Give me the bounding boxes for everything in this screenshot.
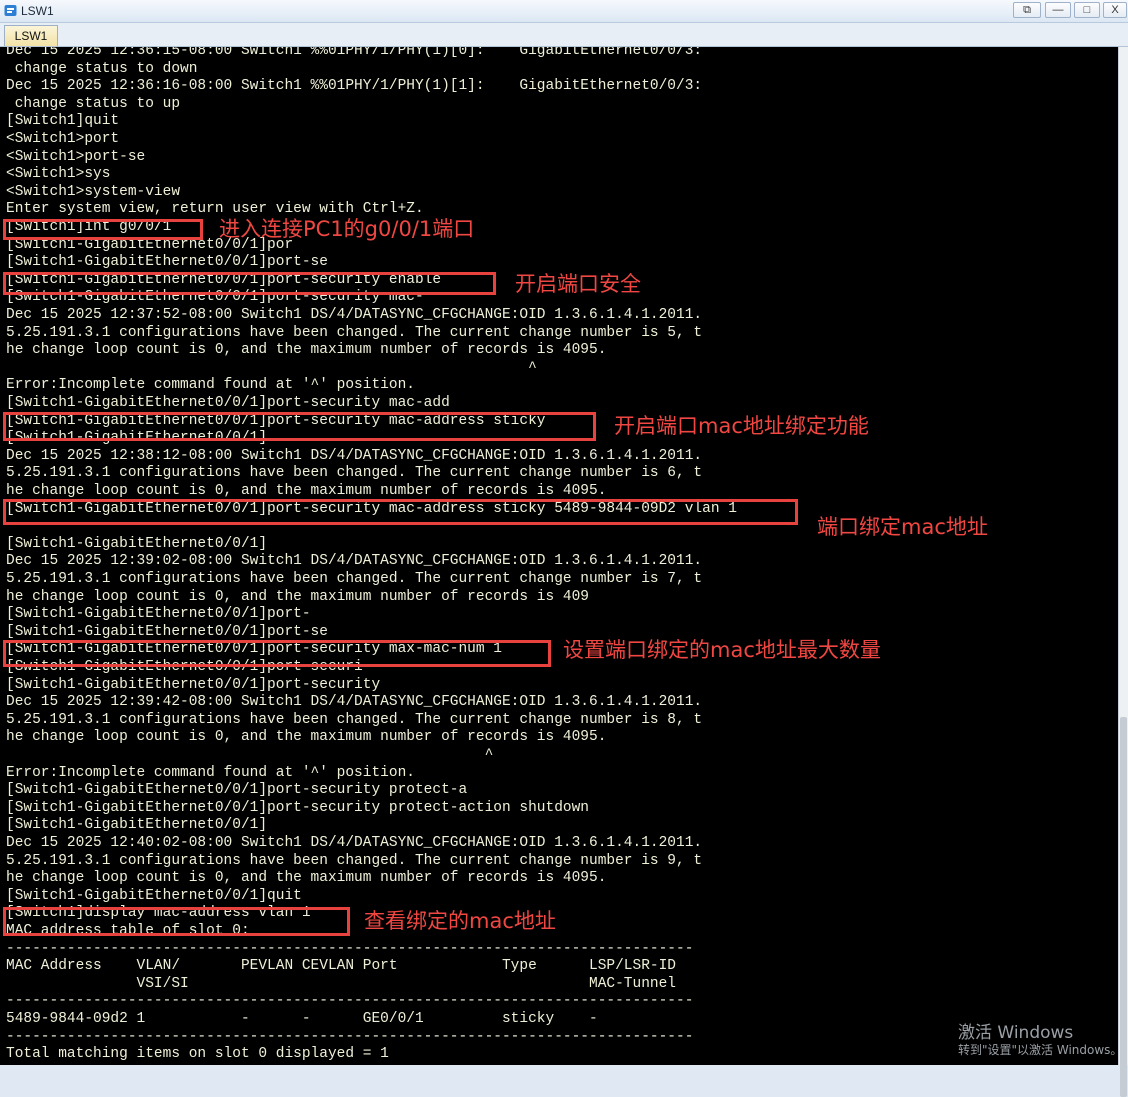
terminal-line: [Switch1-GigabitEthernet0/0/1]port-secur…	[6, 676, 381, 693]
highlight-box-display-mac	[3, 907, 350, 936]
activation-watermark-subtitle: 转到"设置"以激活 Windows。	[958, 1043, 1123, 1057]
terminal-line: ^	[6, 747, 494, 763]
title-bar: LSW1 ⧉ — □ X	[0, 0, 1128, 23]
terminal-line: [Switch1-GigabitEthernet0/0/1]	[6, 817, 268, 834]
tab-strip: LSW1	[0, 23, 1128, 47]
terminal-line: he change loop count is 0, and the maxim…	[6, 729, 607, 746]
terminal-line: Error:Incomplete command found at '^' po…	[6, 764, 415, 781]
terminal-line: change status to down	[6, 60, 198, 77]
terminal-line: he change loop count is 0, and the maxim…	[6, 870, 607, 887]
window-title: LSW1	[21, 4, 54, 18]
terminal-line: ^	[6, 359, 537, 376]
terminal-line: Dec 15 2025 12:36:16-08:00 Switch1 %%01P…	[6, 78, 703, 95]
terminal-line: Dec 15 2025 12:36:15-08:00 Switch1 %%01P…	[6, 47, 703, 59]
terminal-line: MAC Address VLAN/ PEVLAN CEVLAN Port Typ…	[6, 958, 677, 975]
terminal-line: ----------------------------------------…	[6, 940, 694, 957]
highlight-box-port-security-enable	[3, 272, 496, 295]
terminal-line: he change loop count is 0, and the maxim…	[6, 342, 607, 359]
terminal-line: Dec 15 2025 12:38:12-08:00 Switch1 DS/4/…	[6, 447, 703, 464]
maximize-button[interactable]: □	[1074, 2, 1100, 18]
terminal-line: [Switch1-GigabitEthernet0/0/1]port-secur…	[6, 782, 468, 799]
terminal-line: Dec 15 2025 12:40:02-08:00 Switch1 DS/4/…	[6, 835, 703, 851]
terminal-line: <Switch1>system-view	[6, 183, 181, 200]
terminal-line: ----------------------------------------…	[6, 993, 694, 1010]
scrollbar-thumb[interactable]	[1120, 717, 1127, 1097]
terminal-line: 5.25.191.3.1 configurations have been ch…	[6, 711, 703, 728]
terminal-line: <Switch1>port	[6, 131, 120, 147]
annotation-note: 开启端口mac地址绑定功能	[614, 414, 869, 438]
highlight-box-mac-address-sticky	[3, 412, 596, 441]
terminal-line: [Switch1-GigabitEthernet0/0/1]port-se	[6, 623, 328, 640]
highlight-box-int-g0	[3, 219, 203, 240]
annotation-note: 查看绑定的mac地址	[364, 909, 556, 933]
terminal-line: 5.25.191.3.1 configurations have been ch…	[6, 324, 703, 341]
terminal-line: [Switch1-GigabitEthernet0/0/1]port-	[6, 606, 311, 623]
annotation-note: 开启端口安全	[515, 272, 641, 296]
terminal-line: <Switch1>sys	[6, 166, 111, 183]
terminal-line: [Switch1-GigabitEthernet0/0/1]port-secur…	[6, 799, 589, 816]
highlight-box-sticky-mac-bind	[3, 499, 798, 525]
terminal-line: [Switch1-GigabitEthernet0/0/1]port-secur…	[6, 395, 450, 411]
terminal-line: Dec 15 2025 12:37:52-08:00 Switch1 DS/4/…	[6, 307, 703, 323]
app-icon	[4, 5, 17, 16]
terminal-line: [Switch1-GigabitEthernet0/0/1]quit	[6, 887, 302, 904]
terminal-line: Dec 15 2025 12:39:42-08:00 Switch1 DS/4/…	[6, 694, 703, 711]
terminal-line: he change loop count is 0, and the maxim…	[6, 483, 607, 499]
minimize-button[interactable]: —	[1045, 2, 1071, 18]
highlight-box-max-mac-num	[3, 640, 551, 667]
restore-icon[interactable]: ⧉	[1013, 2, 1041, 18]
terminal-line: 5.25.191.3.1 configurations have been ch…	[6, 852, 703, 869]
tab-lsw1[interactable]: LSW1	[4, 25, 58, 46]
close-button[interactable]: X	[1103, 2, 1127, 18]
vertical-scrollbar[interactable]	[1118, 47, 1128, 1097]
terminal-line: [Switch1-GigabitEthernet0/0/1]port-se	[6, 254, 328, 271]
terminal-line: [Switch1-GigabitEthernet0/0/1]	[6, 535, 268, 552]
terminal-line: Error:Incomplete command found at '^' po…	[6, 377, 415, 394]
terminal-line: ----------------------------------------…	[6, 1028, 694, 1045]
terminal-line: 5489-9844-09d2 1 - - GE0/0/1 sticky -	[6, 1011, 598, 1027]
activation-watermark-title: 激活 Windows	[958, 1023, 1074, 1043]
terminal-line: Total matching items on slot 0 displayed…	[6, 1046, 389, 1063]
terminal-line: <Switch1>port-se	[6, 148, 146, 165]
terminal-line: change status to up	[6, 95, 181, 112]
terminal-line: Dec 15 2025 12:39:02-08:00 Switch1 DS/4/…	[6, 553, 703, 570]
terminal-line: VSI/SI MAC-Tunnel	[6, 975, 677, 992]
annotation-note: 进入连接PC1的g0/0/1端口	[219, 217, 475, 241]
terminal-line: 5.25.191.3.1 configurations have been ch…	[6, 465, 703, 482]
terminal-line: he change loop count is 0, and the maxim…	[6, 588, 589, 605]
terminal-line: 5.25.191.3.1 configurations have been ch…	[6, 571, 703, 587]
annotation-note: 设置端口绑定的mac地址最大数量	[563, 638, 881, 662]
terminal-line: [Switch1]quit	[6, 113, 120, 130]
annotation-note: 端口绑定mac地址	[817, 515, 988, 539]
